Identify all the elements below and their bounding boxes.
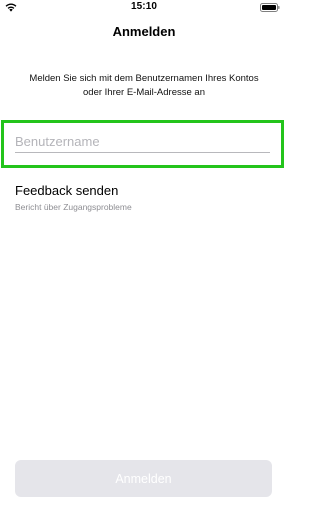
status-time: 15:10: [130, 1, 158, 12]
status-bar: 15:10: [0, 0, 288, 14]
battery-icon: [260, 3, 280, 12]
instructions-line-2: oder Ihrer E-Mail-Adresse an: [83, 87, 205, 98]
username-underline: [15, 152, 270, 153]
login-screen: 15:10 Anmelden Melden Sie sich mit dem B…: [0, 0, 288, 512]
instructions-line-1: Melden Sie sich mit dem Benutzernamen Ih…: [29, 73, 259, 84]
feedback-title: Feedback senden: [15, 183, 119, 198]
feedback-subtitle: Bericht über Zugangsprobleme: [15, 202, 132, 212]
page-title: Anmelden: [112, 24, 176, 39]
username-input[interactable]: [13, 130, 270, 152]
send-feedback-item[interactable]: Feedback senden Bericht über Zugangsprob…: [15, 183, 215, 212]
login-button[interactable]: Anmelden: [15, 460, 272, 497]
instructions-text: Melden Sie sich mit dem Benutzernamen Ih…: [0, 72, 288, 100]
